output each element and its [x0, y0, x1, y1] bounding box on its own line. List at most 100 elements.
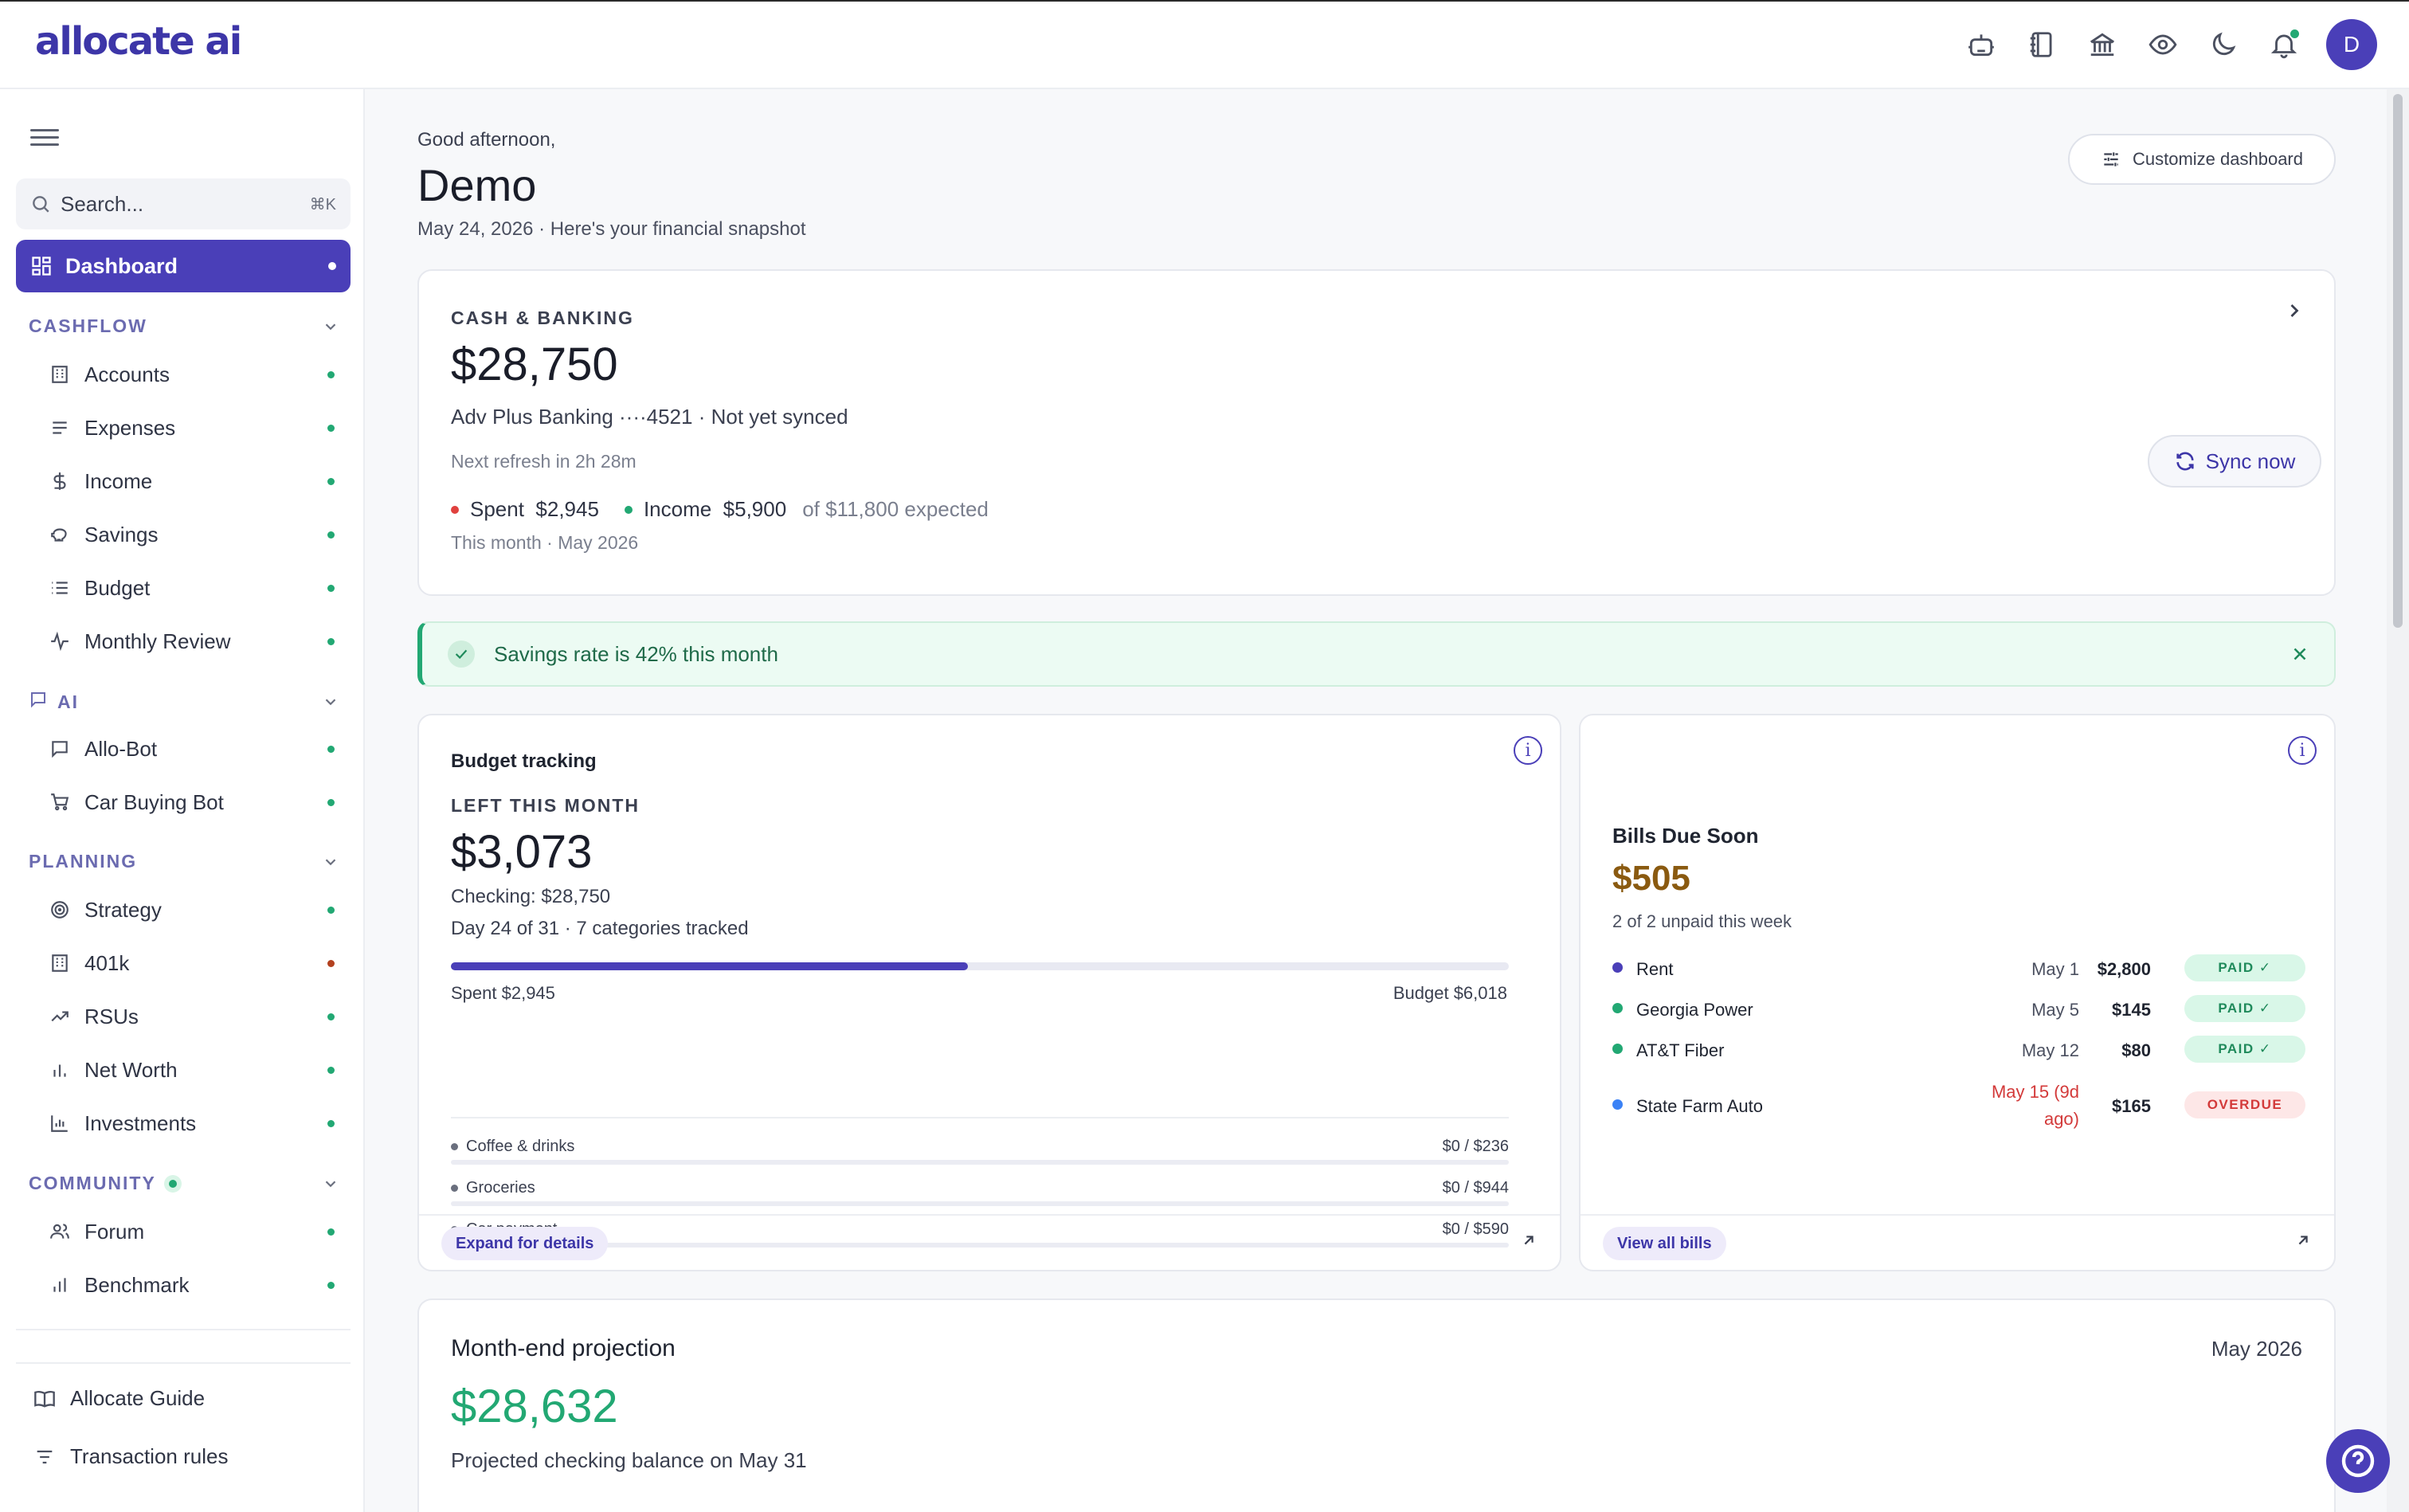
- logo[interactable]: allocate ai: [35, 19, 242, 64]
- sync-now-button[interactable]: Sync now: [2148, 435, 2321, 488]
- sidebar-item-rsus[interactable]: RSUs: [49, 994, 344, 1039]
- search-input[interactable]: Search... ⌘K: [16, 178, 351, 229]
- bill-date-line: ago): [2043, 1109, 2079, 1129]
- sidebar-item-accounts[interactable]: Accounts: [49, 352, 344, 397]
- filter-icon: [37, 1450, 53, 1463]
- budget-tracking-card[interactable]: Budget tracking i LEFT THIS MONTH $3,073…: [417, 714, 1561, 1271]
- bills-amount: $505: [1612, 859, 1690, 898]
- section-planning[interactable]: PLANNING: [29, 851, 339, 872]
- bill-row[interactable]: State Farm Auto May 15 (9d ago) $165 OVE…: [1612, 1079, 2305, 1134]
- bot-icon[interactable]: [1963, 26, 2000, 63]
- budget-category-row[interactable]: Coffee & drinks $0 / $236: [451, 1130, 1509, 1171]
- refresh-icon: [2176, 452, 2194, 471]
- income-dot: [624, 505, 633, 514]
- status-dot: [327, 424, 335, 432]
- status-dot: [327, 1281, 335, 1289]
- section-cashflow[interactable]: CASHFLOW: [29, 315, 339, 337]
- sidebar-item-allo-bot[interactable]: Allo-Bot: [49, 727, 344, 771]
- info-icon[interactable]: i: [2288, 736, 2317, 765]
- month-end-projection-card[interactable]: Month-end projection May 2026 $28,632 Pr…: [417, 1299, 2336, 1512]
- avatar[interactable]: D: [2326, 19, 2377, 70]
- section-title: COMMUNITY: [29, 1173, 156, 1193]
- sidebar-item-forum[interactable]: Forum: [49, 1209, 344, 1254]
- bill-name: Georgia Power: [1636, 1000, 1753, 1020]
- notebook-icon[interactable]: [2023, 26, 2060, 63]
- sidebar-item-investments[interactable]: Investments: [49, 1101, 344, 1146]
- sidebar-item-income[interactable]: Income: [49, 459, 344, 503]
- sidebar-item-dashboard[interactable]: Dashboard: [16, 240, 351, 292]
- bell-icon[interactable]: [2266, 26, 2302, 63]
- bill-row[interactable]: Rent May 1 $2,800 PAID ✓: [1612, 954, 2305, 986]
- bill-amount: $80: [2121, 1040, 2151, 1060]
- grid-icon: [32, 257, 51, 276]
- bill-row[interactable]: AT&T Fiber May 12 $80 PAID ✓: [1612, 1036, 2305, 1067]
- bill-dot: [1612, 1003, 1623, 1013]
- category-bar: [451, 1160, 1509, 1165]
- chevron-down-icon[interactable]: [322, 318, 339, 335]
- arrow-up-right-icon[interactable]: [2294, 1232, 2312, 1253]
- status-dot: [327, 370, 335, 378]
- spent-total: Spent $2,945: [451, 983, 555, 1003]
- menu-icon[interactable]: [30, 124, 59, 153]
- bill-name: AT&T Fiber: [1636, 1040, 1725, 1060]
- chevron-down-icon[interactable]: [322, 1175, 339, 1193]
- bill-row[interactable]: Georgia Power May 5 $145 PAID ✓: [1612, 995, 2305, 1027]
- sidebar-item-benchmark[interactable]: Benchmark: [49, 1263, 344, 1307]
- bill-dot: [1612, 1099, 1623, 1110]
- bill-name: Rent: [1636, 959, 1674, 979]
- close-icon[interactable]: [2290, 644, 2310, 670]
- sidebar-item-label: Allo-Bot: [84, 736, 158, 761]
- info-icon[interactable]: i: [1514, 736, 1542, 765]
- budget-eyebrow: LEFT THIS MONTH: [451, 795, 640, 816]
- divider: [16, 1329, 351, 1330]
- scrollbar[interactable]: [2387, 89, 2409, 1512]
- status-dot-warning: [327, 959, 335, 967]
- sidebar-item-monthly-review[interactable]: Monthly Review: [49, 619, 344, 664]
- sidebar-item-label: Strategy: [84, 897, 162, 922]
- status-dot: [327, 1228, 335, 1236]
- sidebar-item-savings[interactable]: Savings: [49, 512, 344, 557]
- budget-category-row[interactable]: Groceries $0 / $944: [451, 1171, 1509, 1212]
- chevron-down-icon[interactable]: [322, 693, 339, 711]
- sidebar-item-label: Investments: [84, 1110, 197, 1135]
- bills-due-card[interactable]: i Bills Due Soon $505 2 of 2 unpaid this…: [1579, 714, 2336, 1271]
- section-community[interactable]: COMMUNITY: [29, 1173, 339, 1194]
- cash-banking-card[interactable]: CASH & BANKING $28,750 Adv Plus Banking …: [417, 269, 2336, 596]
- sidebar-item-label: Income: [84, 468, 153, 493]
- page-subtitle: May 24, 2026 · Here's your financial sna…: [417, 218, 806, 240]
- chart-icon: [51, 1115, 68, 1132]
- chat-icon: [52, 741, 68, 758]
- moon-icon[interactable]: [2205, 26, 2242, 63]
- sidebar-item-expenses[interactable]: Expenses: [49, 405, 344, 450]
- sidebar-item-net-worth[interactable]: Net Worth: [49, 1048, 344, 1092]
- card-footer: View all bills: [1581, 1214, 2334, 1270]
- budget-left-amount: $3,073: [451, 826, 593, 878]
- help-icon: [2341, 1444, 2375, 1478]
- allocate-guide-link[interactable]: Allocate Guide: [33, 1386, 205, 1411]
- chevron-right-icon[interactable]: [2283, 300, 2305, 326]
- spent-label: Spent: [470, 497, 524, 521]
- section-title: CASHFLOW: [29, 315, 147, 336]
- transaction-rules-link[interactable]: Transaction rules: [33, 1444, 228, 1469]
- customize-dashboard-button[interactable]: Customize dashboard: [2068, 134, 2336, 185]
- card-title: Budget tracking: [451, 750, 597, 772]
- search-placeholder: Search...: [61, 191, 144, 216]
- sidebar-item-strategy[interactable]: Strategy: [49, 887, 344, 932]
- help-button[interactable]: [2326, 1429, 2390, 1493]
- divider: [16, 1362, 351, 1364]
- section-ai[interactable]: AI: [29, 690, 339, 714]
- bank-icon[interactable]: [2084, 26, 2121, 63]
- view-all-bills-button[interactable]: View all bills: [1603, 1227, 1726, 1260]
- chevron-down-icon[interactable]: [322, 853, 339, 871]
- eye-icon[interactable]: [2145, 26, 2181, 63]
- sidebar-item-budget[interactable]: Budget: [49, 566, 344, 610]
- sidebar-item-car-buying-bot[interactable]: Car Buying Bot: [49, 780, 344, 825]
- check-circle-icon: [448, 640, 475, 668]
- status-badge: OVERDUE: [2184, 1091, 2305, 1118]
- sidebar-item-401k[interactable]: 401k: [49, 941, 344, 985]
- spent-value: $2,945: [535, 497, 599, 521]
- arrow-up-right-icon[interactable]: [1520, 1232, 1537, 1253]
- expand-details-button[interactable]: Expand for details: [441, 1227, 609, 1260]
- scrollbar-thumb[interactable]: [2393, 94, 2403, 628]
- status-dot: [327, 584, 335, 592]
